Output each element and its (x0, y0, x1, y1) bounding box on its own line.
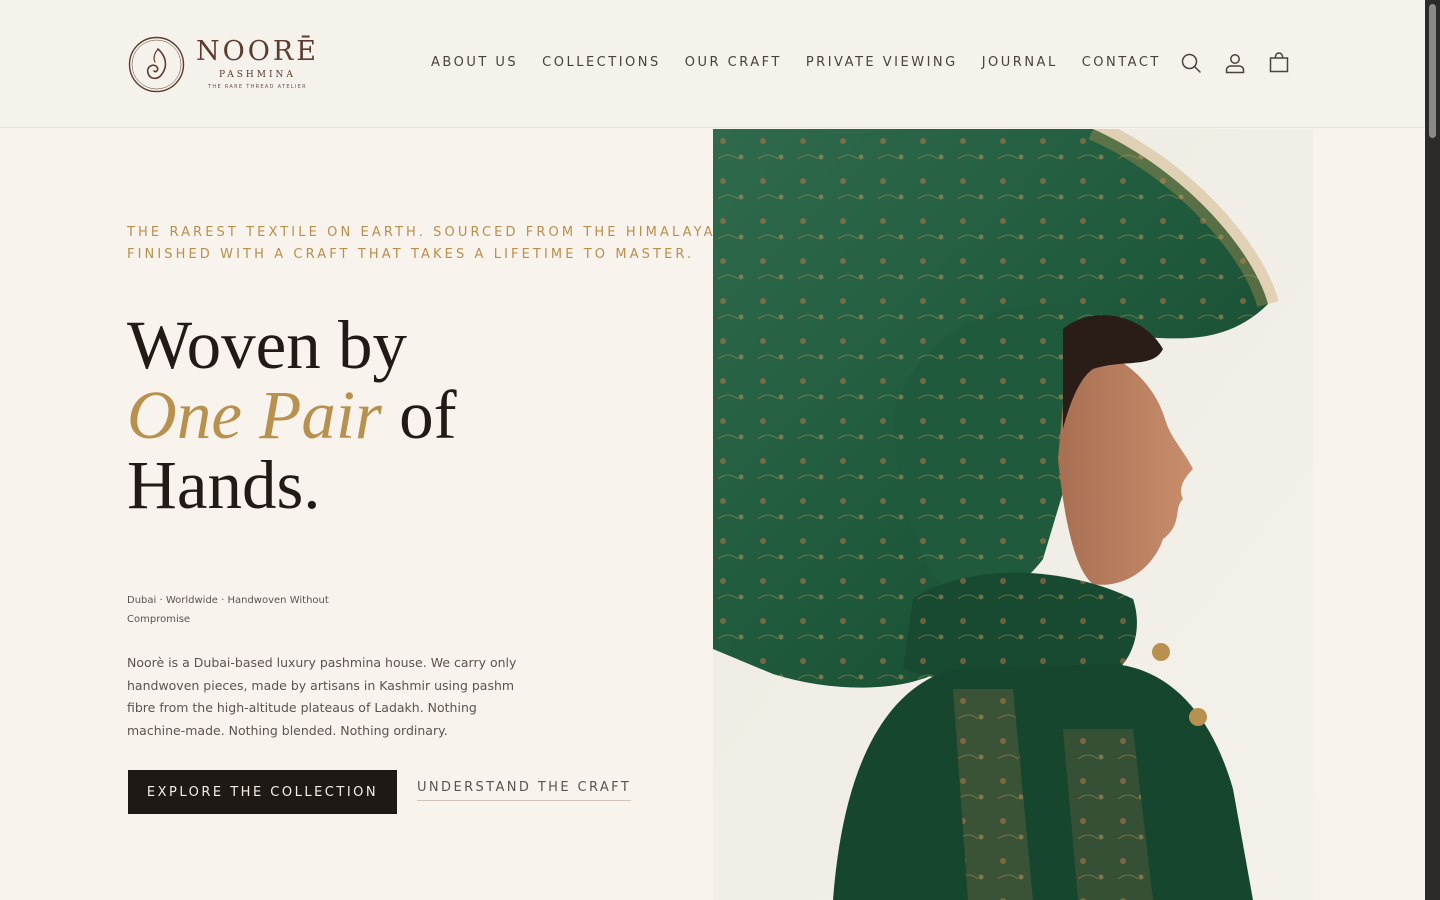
nav-journal[interactable]: JOURNAL (982, 53, 1058, 73)
search-icon[interactable] (1179, 51, 1203, 75)
hero-eyebrow: THE RAREST TEXTILE ON EARTH. SOURCED FRO… (127, 222, 735, 266)
hero-eyebrow-line-1: THE RAREST TEXTILE ON EARTH. SOURCED FRO… (127, 225, 735, 240)
hero-eyebrow-line-2: FINISHED WITH A CRAFT THAT TAKES A LIFET… (127, 247, 695, 262)
brand-name: NOORĒ (196, 36, 319, 67)
headline-line-1: Woven by (127, 307, 407, 383)
cart-icon[interactable] (1267, 51, 1291, 75)
paisley-logo-icon (128, 36, 185, 92)
nav-about-us[interactable]: ABOUT US (431, 53, 518, 73)
page-scrollbar[interactable] (1425, 0, 1440, 900)
hero-image (713, 129, 1313, 900)
header-icons (1179, 51, 1291, 75)
main-nav: ABOUT US COLLECTIONS OUR CRAFT PRIVATE V… (431, 53, 1161, 73)
explore-collection-button[interactable]: EXPLORE THE COLLECTION (128, 770, 397, 814)
brand-tagline: THE RARE THREAD ATELIER (208, 84, 307, 90)
scrollbar-thumb[interactable] (1429, 4, 1436, 138)
hero-headline: Woven by One Pair of Hands. (127, 310, 457, 520)
account-icon[interactable] (1223, 51, 1247, 75)
headline-accent: One Pair (127, 377, 382, 453)
headline-line-3: Hands. (127, 447, 321, 523)
understand-craft-link[interactable]: UNDERSTAND THE CRAFT (417, 780, 632, 801)
nav-collections[interactable]: COLLECTIONS (542, 53, 661, 73)
nav-contact[interactable]: CONTACT (1082, 53, 1161, 73)
hero-body: Noorè is a Dubai-based luxury pashmina h… (127, 655, 517, 738)
brand-logo[interactable]: NOORĒ PASHMINA THE RARE THREAD ATELIER (128, 35, 316, 93)
headline-line-2-rest: of (381, 377, 457, 453)
model-in-green-pashmina-image (713, 129, 1313, 900)
hero-meta: Dubai · Worldwide · Handwoven Without Co… (127, 595, 329, 625)
nav-our-craft[interactable]: OUR CRAFT (685, 53, 782, 73)
site-header: NOORĒ PASHMINA THE RARE THREAD ATELIER A… (0, 0, 1425, 128)
nav-private-viewing[interactable]: PRIVATE VIEWING (806, 53, 958, 73)
headline-line-2: One Pair of (127, 380, 457, 450)
brand-subtitle: PASHMINA (219, 70, 296, 80)
